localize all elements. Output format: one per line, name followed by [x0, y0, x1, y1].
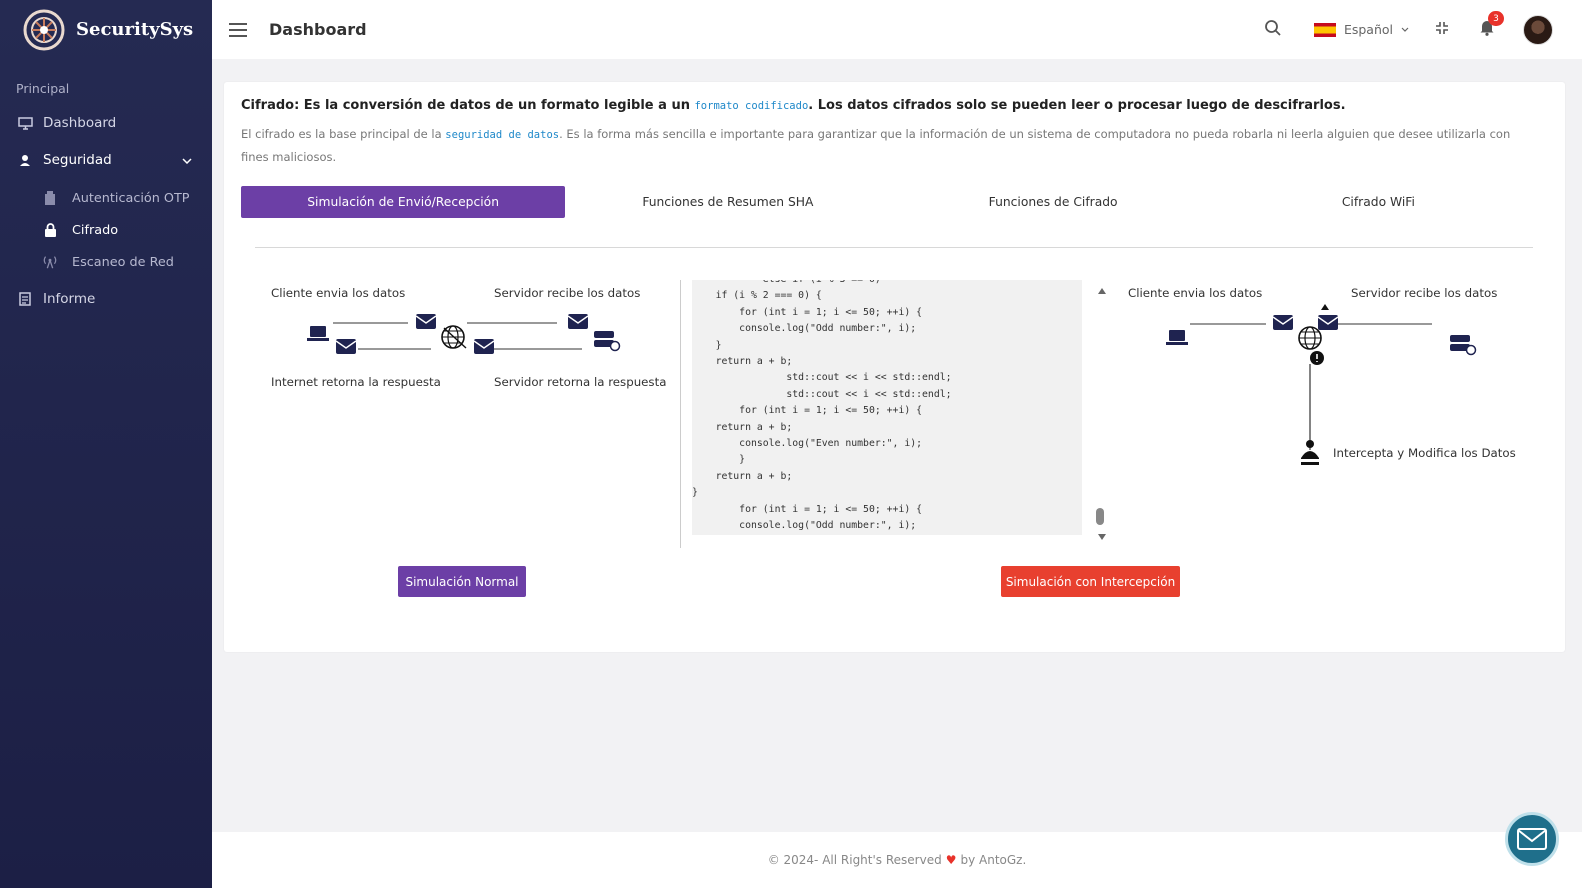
tab-envio-recepcion[interactable]: Simulación de Envió/Recepción [241, 186, 566, 218]
chevron-down-icon [182, 152, 192, 168]
lock-icon [42, 222, 58, 238]
brand[interactable]: SecuritySys [0, 0, 212, 59]
envelope-icon [567, 314, 589, 329]
fullscreen-icon[interactable] [1435, 20, 1449, 39]
right-server-receives-label: Servidor recibe los datos [1351, 286, 1498, 300]
scroll-down-arrow-icon[interactable] [1097, 533, 1107, 541]
card-title-text: Cifrado: Es la conversión de datos de un… [241, 98, 695, 113]
card-desc-text: El cifrado es la base principal de la [241, 127, 446, 141]
code-content: else if (i % 3 == 0) if (i % 2 === 0) { … [692, 280, 952, 532]
notification-bell-icon[interactable]: 3 [1479, 11, 1504, 40]
envelope-icon [473, 339, 495, 354]
brand-name: SecuritySys [76, 19, 194, 40]
right-client-sends-label: Cliente envia los datos [1128, 286, 1263, 300]
code-scrollbar-thumb[interactable] [1096, 508, 1104, 525]
menu-toggle-icon[interactable] [229, 22, 247, 37]
envelope-icon [415, 314, 437, 329]
heart-icon: ♥ [945, 853, 957, 867]
document-icon [16, 290, 34, 308]
left-server-returns-label: Servidor retorna la respuesta [494, 375, 667, 389]
simulation-tabs: Simulación de Envió/Recepción Funciones … [241, 186, 1541, 218]
simulacion-normal-button[interactable]: Simulación Normal [398, 566, 526, 597]
tab-funciones-cifrado[interactable]: Funciones de Cifrado [891, 186, 1216, 218]
hacker-icon [1300, 440, 1320, 465]
left-server-receives-label: Servidor recibe los datos [494, 286, 641, 300]
footer-copyright: © 2024- All Right's Reserved [767, 853, 942, 867]
sidebar-item-seguridad[interactable]: Seguridad [0, 138, 212, 182]
spain-flag-icon [1313, 22, 1336, 37]
language-label: Español [1343, 22, 1393, 37]
antenna-icon [42, 254, 58, 270]
laptop-icon [307, 326, 329, 341]
card-description: El cifrado es la base principal de la se… [241, 123, 1531, 168]
topbar: Dashboard Español 3 [212, 0, 1582, 59]
search-icon[interactable] [1264, 19, 1282, 41]
brand-logo-icon [23, 9, 65, 50]
building-icon [42, 190, 58, 206]
envelope-icon [1317, 315, 1339, 330]
simulacion-interceptacion-button[interactable]: Simulación con Intercepción [1001, 566, 1180, 597]
contact-mail-button[interactable] [1505, 812, 1559, 866]
footer: © 2024- All Right's Reserved ♥ by AntoGz… [212, 832, 1582, 888]
sidebar-subitem-otp[interactable]: Autenticación OTP [0, 182, 212, 214]
warning-icon [1310, 351, 1324, 365]
sidebar-item-dashboard[interactable]: Dashboard [0, 108, 212, 138]
mail-icon [1517, 828, 1547, 850]
sidebar-subitem-label: Autenticación OTP [72, 190, 190, 206]
card-desc-code: seguridad de datos [445, 129, 560, 141]
sidebar-item-label: Informe [43, 291, 96, 307]
server-icon [594, 331, 621, 352]
left-client-sends-label: Cliente envia los datos [271, 286, 406, 300]
sidebar-subitem-cifrado[interactable]: Cifrado [0, 214, 212, 246]
sidebar-section-principal: Principal [16, 81, 70, 96]
globe-icon [441, 325, 467, 349]
card-title: Cifrado: Es la conversión de datos de un… [241, 98, 1346, 113]
sidebar-item-informe[interactable]: Informe [0, 284, 212, 314]
left-internet-returns-label: Internet retorna la respuesta [271, 375, 441, 389]
globe-icon [1298, 326, 1322, 350]
sidebar-item-label: Seguridad [43, 152, 112, 168]
sidebar-item-label: Dashboard [43, 115, 117, 131]
server-icon [1450, 335, 1477, 356]
card-title-code: formato codificado [694, 100, 809, 112]
notification-count-badge: 3 [1488, 11, 1504, 26]
diagram-separator [680, 280, 681, 548]
sidebar: SecuritySys Principal Dashboard Segurida… [0, 0, 212, 888]
content-card: Cifrado: Es la conversión de datos de un… [224, 82, 1565, 652]
footer-author: by AntoGz. [960, 853, 1027, 867]
tab-resumen-sha[interactable]: Funciones de Resumen SHA [565, 186, 890, 218]
code-viewer[interactable]: else if (i % 3 == 0) if (i % 2 === 0) { … [692, 280, 1082, 535]
interception-flow-diagram [1166, 304, 1477, 465]
user-shield-icon [16, 151, 34, 169]
monitor-icon [16, 114, 34, 132]
tabs-divider [255, 247, 1533, 248]
sidebar-subitem-label: Cifrado [72, 222, 119, 238]
sidebar-subitem-label: Escaneo de Red [72, 254, 174, 270]
user-avatar[interactable] [1523, 14, 1553, 45]
sidebar-subitem-escaneo[interactable]: Escaneo de Red [0, 246, 212, 278]
scroll-up-arrow-icon[interactable] [1097, 287, 1107, 295]
page-title: Dashboard [269, 20, 367, 39]
card-title-text: . Los datos cifrados solo se pueden leer… [808, 98, 1346, 113]
envelope-icon [335, 339, 357, 354]
envelope-icon [1272, 315, 1294, 330]
laptop-icon [1166, 330, 1188, 345]
language-selector[interactable]: Español [1313, 22, 1409, 37]
normal-flow-diagram [307, 314, 621, 354]
tab-cifrado-wifi[interactable]: Cifrado WiFi [1216, 186, 1541, 218]
chevron-down-icon [1401, 27, 1409, 32]
